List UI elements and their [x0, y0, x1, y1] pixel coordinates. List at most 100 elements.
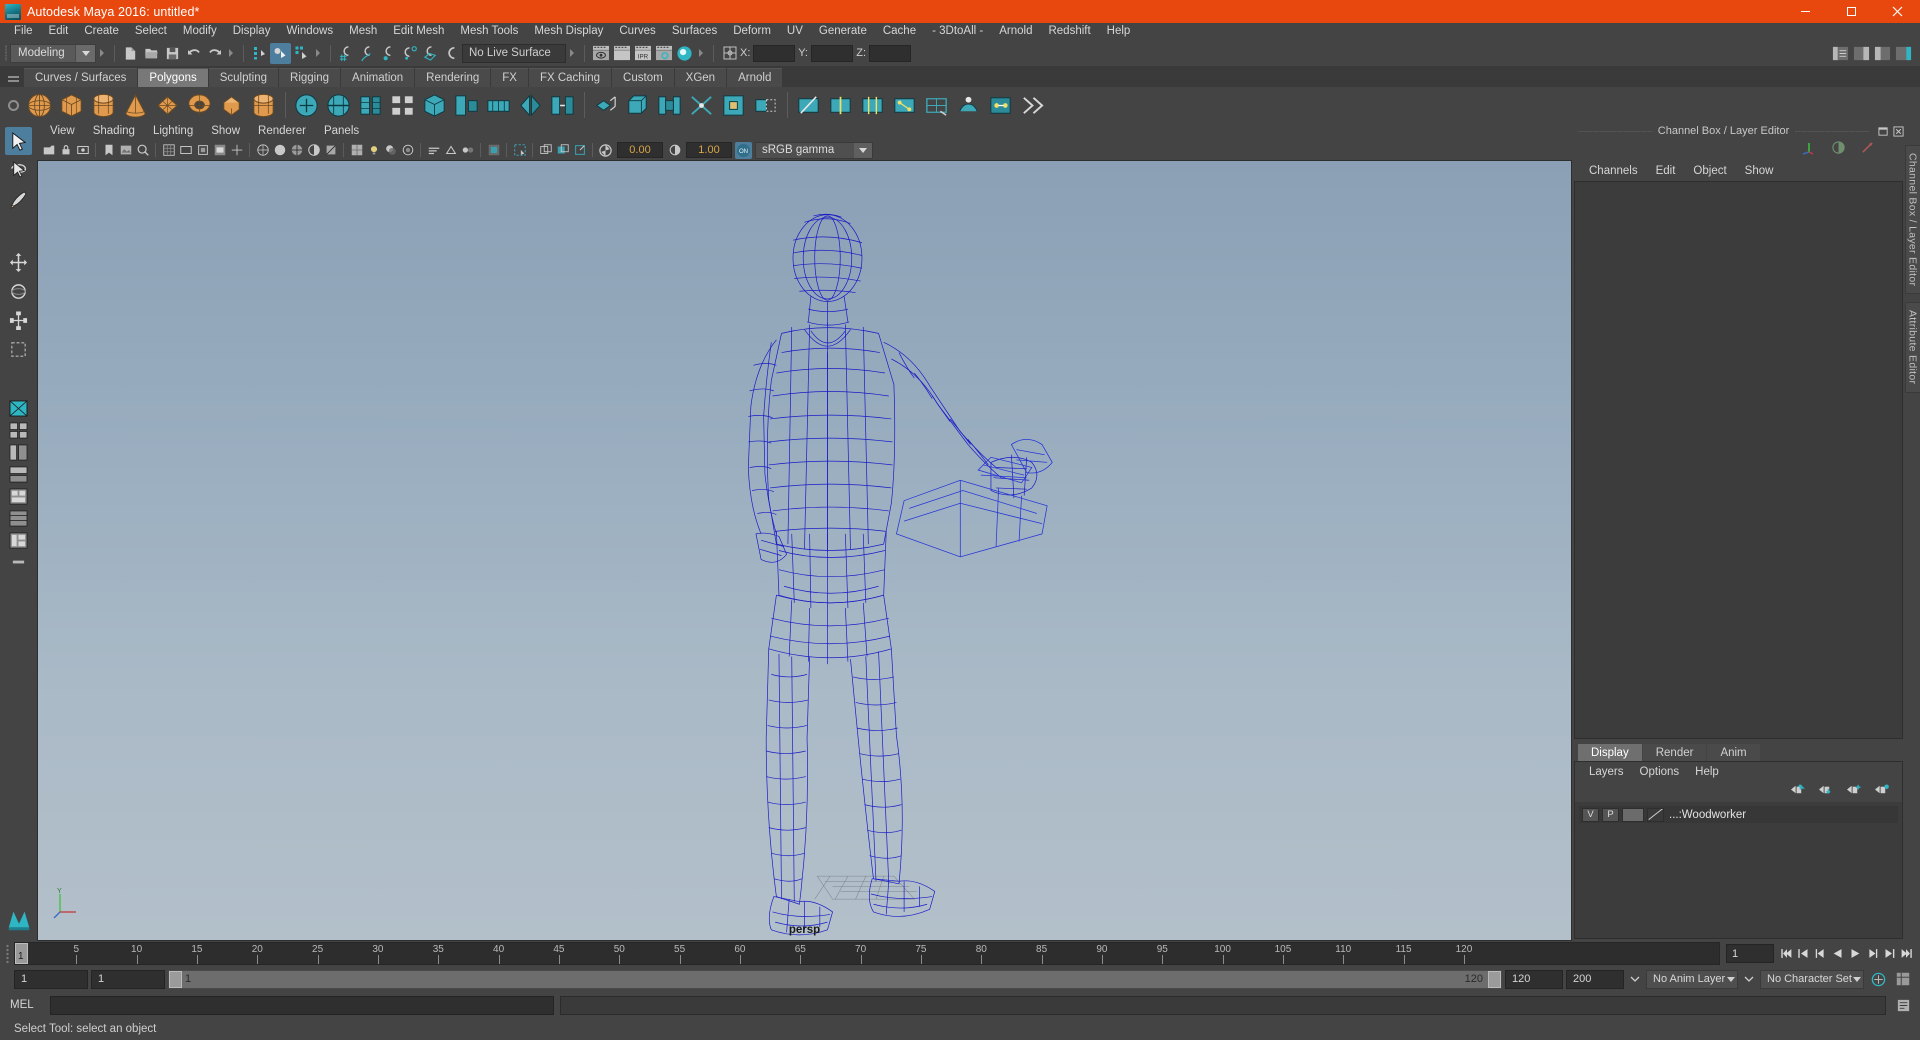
exposure-icon[interactable]	[597, 142, 614, 159]
persp-outliner-layout-icon[interactable]	[7, 442, 30, 462]
shelf-tab-fx-caching[interactable]: FX Caching	[528, 68, 612, 87]
shelf-tab-xgen[interactable]: XGen	[674, 68, 727, 87]
polygon-pyramid-icon[interactable]	[248, 90, 278, 120]
render-sequence-icon[interactable]	[611, 43, 632, 64]
side-tab-attribute-editor[interactable]: Attribute Editor	[1904, 302, 1920, 393]
show-manipulator-axis-icon[interactable]	[1801, 140, 1817, 161]
woodworker-wireframe-model[interactable]	[38, 161, 1571, 940]
quad-draw-icon[interactable]	[921, 90, 951, 120]
playback-options-icon[interactable]	[1627, 970, 1643, 989]
layer-menu-options[interactable]: Options	[1632, 762, 1688, 782]
bridge-icon[interactable]	[654, 90, 684, 120]
time-slider-grip[interactable]	[0, 943, 14, 965]
connect-components-icon[interactable]	[889, 90, 919, 120]
shelf-tab-custom[interactable]: Custom	[612, 68, 674, 87]
perspective-viewport[interactable]: Y persp	[37, 160, 1572, 941]
viewport-menu-shading[interactable]: Shading	[84, 123, 144, 140]
target-weld-icon[interactable]	[985, 90, 1015, 120]
status-section-divider-5[interactable]	[697, 45, 706, 62]
film-gate-icon[interactable]	[177, 142, 194, 159]
live-surface-field[interactable]: No Live Surface	[462, 43, 566, 63]
polygon-cube-icon[interactable]	[56, 90, 86, 120]
step-back-key-icon[interactable]	[1795, 944, 1812, 963]
menu-generate[interactable]: Generate	[811, 23, 875, 40]
lock-camera-icon[interactable]	[57, 142, 74, 159]
command-mode-label[interactable]: MEL	[10, 999, 44, 1011]
shelf-tab-sculpting[interactable]: Sculpting	[208, 68, 279, 87]
more-layouts-icon[interactable]	[7, 530, 30, 550]
select-tool-icon[interactable]	[5, 127, 32, 155]
maya-logo-icon[interactable]	[4, 905, 34, 935]
isolate-select-icon[interactable]	[485, 142, 502, 159]
offset-edge-loop-icon[interactable]	[857, 90, 887, 120]
drag-handle-dots[interactable]	[1578, 130, 1652, 132]
play-backwards-icon[interactable]	[1829, 944, 1846, 963]
smooth-icon[interactable]	[419, 90, 449, 120]
layer-tab-anim[interactable]: Anim	[1707, 744, 1760, 761]
polygon-torus-icon[interactable]	[184, 90, 214, 120]
scale-tool-icon[interactable]	[5, 306, 32, 334]
viewport-menu-show[interactable]: Show	[202, 123, 249, 140]
mirror-geometry-icon[interactable]	[515, 90, 545, 120]
menu-surfaces[interactable]: Surfaces	[664, 23, 725, 40]
hypershade-persp-layout-icon[interactable]	[7, 486, 30, 506]
status-line-grip[interactable]	[2, 43, 10, 63]
menu-select[interactable]: Select	[127, 23, 175, 40]
menu-modify[interactable]: Modify	[175, 23, 225, 40]
auto-keyframe-icon[interactable]	[1867, 969, 1889, 989]
image-plane-icon[interactable]	[117, 142, 134, 159]
polygon-cylinder-icon[interactable]	[88, 90, 118, 120]
layer-menu-layers[interactable]: Layers	[1581, 762, 1632, 782]
resolution-gate-icon[interactable]	[194, 142, 211, 159]
status-section-divider-4[interactable]	[568, 45, 577, 62]
menu-create[interactable]: Create	[76, 23, 127, 40]
shelf-tab-rendering[interactable]: Rendering	[415, 68, 491, 87]
multi-cut-icon[interactable]	[793, 90, 823, 120]
shadows-icon[interactable]	[382, 142, 399, 159]
layer-tab-render[interactable]: Render	[1642, 744, 1707, 761]
color-transform-selector[interactable]: sRGB gamma	[755, 141, 873, 159]
range-end-handle[interactable]	[1488, 970, 1501, 988]
snap-to-point-icon[interactable]	[378, 43, 399, 64]
slide-edge-icon[interactable]	[1017, 90, 1047, 120]
booleans-icon[interactable]	[387, 90, 417, 120]
rotate-tool-icon[interactable]	[5, 277, 32, 305]
move-layer-up-icon[interactable]	[1789, 783, 1806, 801]
anim-layer-options-icon[interactable]	[1741, 970, 1757, 989]
polygon-cone-icon[interactable]	[120, 90, 150, 120]
camera-attributes-icon[interactable]	[74, 142, 91, 159]
combine-icon[interactable]	[291, 90, 321, 120]
shelf-tab-fx[interactable]: FX	[491, 68, 528, 87]
show-hide-tool-settings-icon[interactable]	[1872, 43, 1893, 64]
channel-box-menu-show[interactable]: Show	[1736, 161, 1783, 181]
channel-box-menu-channels[interactable]: Channels	[1580, 161, 1647, 181]
range-start-field[interactable]: 1	[91, 969, 165, 989]
channel-box-content[interactable]	[1574, 181, 1903, 739]
depth-of-field-icon[interactable]	[459, 142, 476, 159]
show-hide-modeling-toolkit-icon[interactable]	[1830, 43, 1851, 64]
viewport-menu-renderer[interactable]: Renderer	[249, 123, 315, 140]
channel-box-menu-edit[interactable]: Edit	[1647, 161, 1685, 181]
snap-to-view-planes-icon[interactable]	[420, 43, 441, 64]
character-set-selector[interactable]: No Character Set	[1760, 969, 1864, 989]
gamma-icon[interactable]	[666, 142, 683, 159]
last-tool-used-icon[interactable]	[5, 335, 32, 363]
render-current-frame-icon[interactable]	[590, 43, 611, 64]
make-live-icon[interactable]	[441, 43, 462, 64]
minimize-icon[interactable]	[1782, 0, 1828, 23]
menu-mesh[interactable]: Mesh	[341, 23, 385, 40]
menu-3dtoall[interactable]: - 3DtoAll -	[924, 23, 991, 40]
sculpt-geometry-icon[interactable]	[953, 90, 983, 120]
menu-uv[interactable]: UV	[779, 23, 811, 40]
use-default-material-icon[interactable]	[305, 142, 322, 159]
select-by-object-type-icon[interactable]	[270, 42, 291, 64]
open-scene-icon[interactable]	[141, 43, 162, 64]
save-scene-icon[interactable]	[162, 43, 183, 64]
menu-file[interactable]: File	[6, 23, 41, 40]
script-editor-icon[interactable]	[1892, 995, 1914, 1015]
step-back-frame-icon[interactable]	[1812, 944, 1829, 963]
step-forward-frame-icon[interactable]	[1863, 944, 1880, 963]
shelf-options-icon[interactable]	[2, 90, 24, 120]
four-view-layout-icon[interactable]	[7, 420, 30, 440]
viewport-menu-panels[interactable]: Panels	[315, 123, 368, 140]
